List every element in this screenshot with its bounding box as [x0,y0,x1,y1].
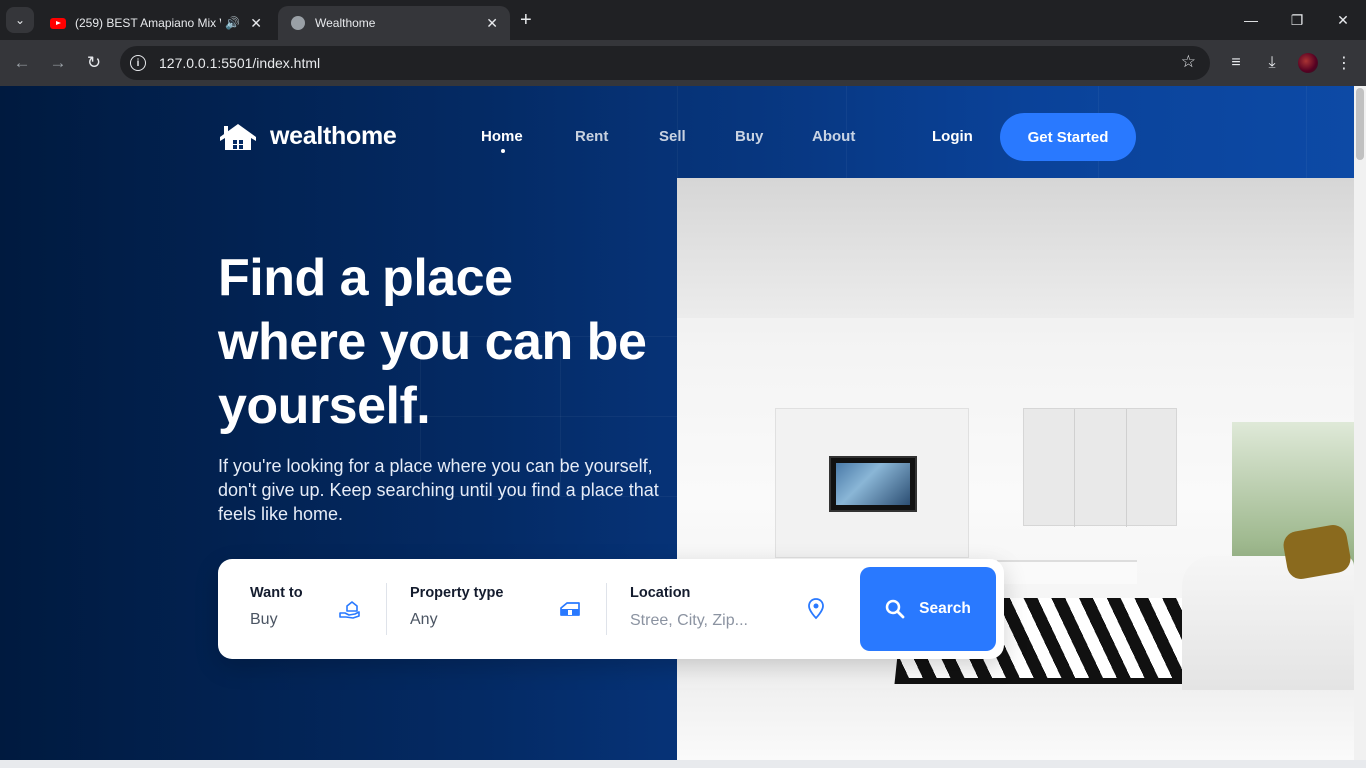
search-icon [885,599,905,619]
nav-rent[interactable]: Rent [575,128,608,145]
logo[interactable]: wealthome [218,122,397,151]
speaker-icon[interactable]: 🔊 [225,16,240,30]
new-tab-icon[interactable]: + [520,8,532,32]
hero-subtitle: If you're looking for a place where you … [218,456,659,524]
back-icon[interactable]: ← [10,51,34,75]
bookmark-star-icon[interactable]: ☆ [1181,52,1196,72]
close-window-icon[interactable]: ✕ [1320,0,1366,40]
browser-tab-bar: ⌄ (259) BEST Amapiano Mix W 🔊 ✕ Wealthom… [0,0,1366,40]
reload-icon[interactable]: ↻ [82,51,106,75]
forward-icon[interactable]: → [46,51,70,75]
location-pin-icon [808,598,824,620]
close-tab-icon[interactable]: ✕ [486,15,498,32]
logo-text: wealthome [270,122,397,150]
menu-kebab-icon[interactable]: ⋮ [1332,51,1356,75]
want-to-label: Want to [250,585,303,601]
location-input[interactable] [630,609,780,633]
site-info-icon[interactable]: i [130,55,146,71]
hero-title: Find a place where you can be yourself. [218,249,647,435]
login-link[interactable]: Login [932,128,973,145]
nav-home[interactable]: Home [481,128,523,145]
field-divider [606,583,607,635]
want-to-value[interactable]: Buy [250,611,278,629]
restore-icon[interactable]: ❐ [1274,0,1320,40]
browser-tab-youtube[interactable]: (259) BEST Amapiano Mix W 🔊 ✕ [38,6,274,40]
chevron-down-icon: ⌄ [14,13,26,27]
page-scrollbar[interactable] [1354,86,1366,760]
tab-search-button[interactable]: ⌄ [6,7,34,33]
minimize-icon[interactable]: — [1228,0,1274,40]
globe-icon [290,15,306,31]
get-started-button[interactable]: Get Started [1000,113,1136,161]
nav-buy[interactable]: Buy [735,128,763,145]
house-logo-icon [220,123,256,150]
property-type-label: Property type [410,585,504,601]
property-type-value[interactable]: Any [410,611,438,629]
active-nav-indicator [501,149,505,153]
property-search-card: Want to Buy Property type Any Location S… [218,559,1004,659]
profile-avatar[interactable] [1296,51,1320,75]
youtube-icon [50,15,66,31]
hand-house-icon [339,601,360,619]
nav-about[interactable]: About [812,128,855,145]
browser-tab-wealthome[interactable]: Wealthome ✕ [278,6,510,40]
house-type-icon [560,602,580,616]
field-divider [386,583,387,635]
location-label: Location [630,585,691,601]
page-viewport: wealthome Home Rent Sell Buy About Login… [0,86,1366,760]
window-bottom-edge [0,760,1366,768]
browser-toolbar: ← → ↻ i 127.0.0.1:5501/index.html ☆ ≡ ⤓ … [0,40,1366,86]
nav-sell[interactable]: Sell [659,128,686,145]
address-url[interactable]: 127.0.0.1:5501/index.html [159,55,320,71]
tab-title: Wealthome [315,16,376,30]
search-button-label: Search [919,600,971,617]
close-tab-icon[interactable]: ✕ [250,15,262,32]
hero-room-image [677,178,1354,760]
tab-title: (259) BEST Amapiano Mix W [75,16,222,30]
media-queue-icon[interactable]: ≡ [1224,51,1248,75]
download-icon[interactable]: ⤓ [1260,51,1284,75]
search-button[interactable]: Search [860,567,996,651]
address-bar[interactable]: i 127.0.0.1:5501/index.html ☆ [120,46,1210,80]
scrollbar-thumb[interactable] [1356,88,1364,160]
